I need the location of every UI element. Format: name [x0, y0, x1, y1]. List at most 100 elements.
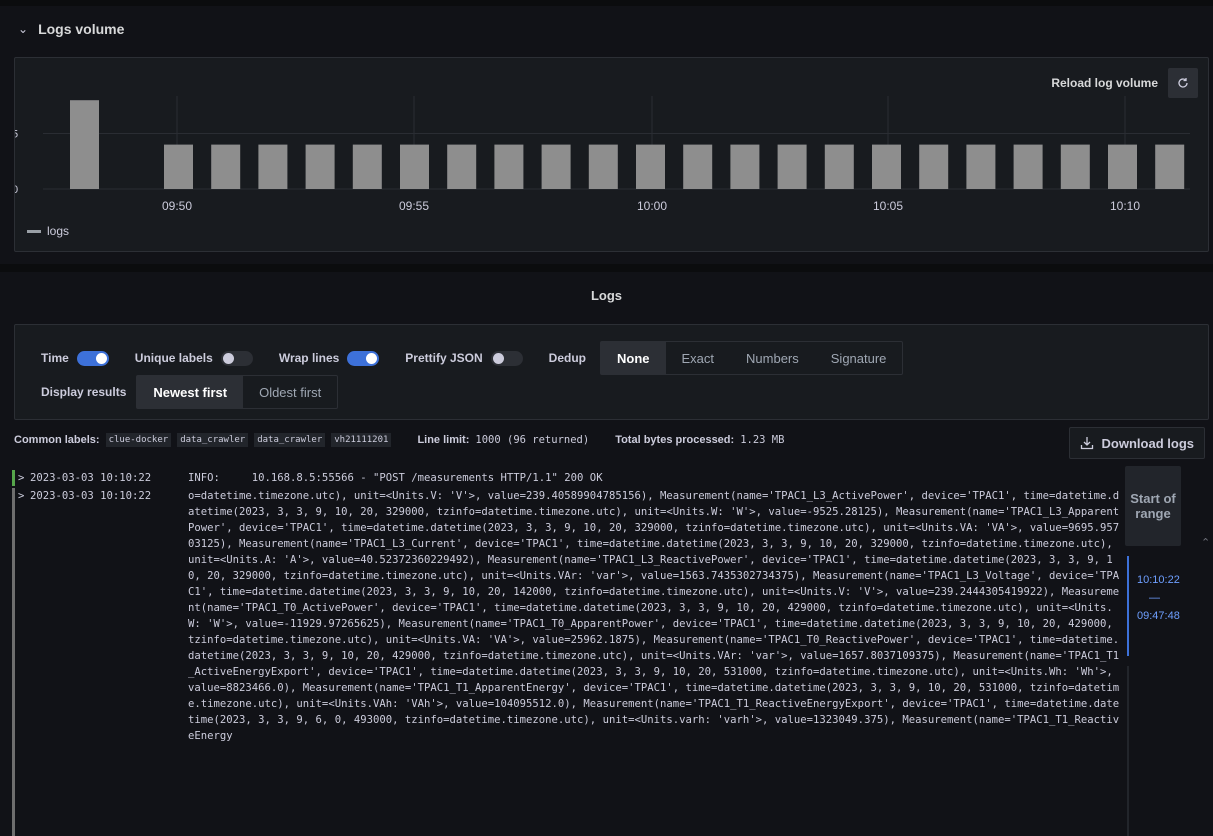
- logs-volume-title: Logs volume: [38, 21, 125, 37]
- download-icon: [1080, 437, 1093, 450]
- prettify-json-toggle[interactable]: [490, 350, 523, 366]
- dedup-option-exact[interactable]: Exact: [666, 342, 731, 374]
- log-level-bar: [12, 488, 15, 836]
- common-label-tag: data_crawler: [254, 433, 326, 447]
- reload-button[interactable]: [1168, 68, 1198, 98]
- unique-labels-label: Unique labels: [134, 351, 213, 365]
- dedup-item: Dedup: [549, 351, 586, 365]
- volume-bar: [1155, 144, 1185, 189]
- logs-options: Time Unique labels Wrap lines Prettify J…: [14, 324, 1209, 420]
- order-selector: Newest first Oldest first: [136, 375, 339, 409]
- legend-label: logs: [47, 224, 70, 238]
- volume-bar: [777, 144, 807, 189]
- dedup-label: Dedup: [548, 351, 586, 365]
- line-limit-label: Line limit:: [417, 434, 470, 446]
- reload-log-volume-label: Reload log volume: [1051, 76, 1158, 90]
- refresh-icon: [1178, 78, 1188, 88]
- common-label-tag: vh21111201: [331, 433, 392, 447]
- volume-bar: [211, 144, 241, 189]
- volume-bar: [824, 144, 854, 189]
- range-bar: [1127, 556, 1129, 656]
- volume-bar: [683, 144, 713, 189]
- volume-bar: [919, 144, 949, 189]
- panel-divider: [0, 264, 1213, 272]
- download-logs-button[interactable]: Download logs: [1068, 427, 1205, 459]
- log-timestamp: 2023-03-03 10:10:22: [30, 472, 152, 484]
- volume-bar: [305, 144, 335, 189]
- volume-bar: [400, 144, 429, 189]
- chart-legend[interactable]: logs: [27, 224, 69, 238]
- range-end-time: 10:10:22: [1137, 574, 1180, 586]
- chevron-up-icon[interactable]: ⌃: [1201, 536, 1210, 549]
- start-of-range-button[interactable]: Start of range: [1125, 466, 1181, 546]
- logs-navigation: Start of range ⌃ 10:10:22 — 09:47:48: [1123, 466, 1213, 836]
- bytes-processed-label: Total bytes processed:: [615, 434, 735, 446]
- volume-bar: [872, 144, 901, 189]
- volume-bar: [258, 144, 288, 189]
- x-tick-label: 10:00: [637, 199, 667, 213]
- wrap-lines-item: Wrap lines: [278, 350, 380, 366]
- log-row[interactable]: > 2023-03-03 10:10:22 o=datetime.timezon…: [12, 488, 1122, 836]
- log-timestamp: 2023-03-03 10:10:22: [30, 490, 152, 502]
- common-label-tag: clue-docker: [105, 433, 172, 447]
- x-tick-label: 09:50: [162, 199, 192, 213]
- dedup-option-numbers[interactable]: Numbers: [730, 342, 815, 374]
- order-option-newest[interactable]: Newest first: [137, 376, 244, 408]
- volume-bar: [588, 144, 618, 189]
- volume-bar: [1108, 144, 1137, 189]
- time-label: Time: [41, 351, 69, 365]
- chevron-right-icon[interactable]: >: [18, 470, 24, 486]
- volume-bar: [447, 144, 477, 189]
- x-tick-label: 10:10: [1110, 199, 1140, 213]
- download-logs-label: Download logs: [1101, 435, 1194, 451]
- unique-labels-item: Unique labels: [134, 350, 253, 366]
- time-toggle-item: Time: [41, 350, 109, 366]
- log-message: INFO: 10.168.8.5:55566 - "POST /measurem…: [188, 472, 603, 484]
- volume-bar: [636, 144, 665, 189]
- order-option-oldest[interactable]: Oldest first: [243, 376, 337, 408]
- logs-panel-title: Logs: [590, 287, 623, 303]
- legend-swatch: [27, 229, 41, 233]
- chevron-down-icon[interactable]: ⌄: [18, 22, 28, 36]
- wrap-lines-toggle[interactable]: [347, 350, 380, 366]
- logs-volume-header[interactable]: ⌄ Logs volume: [0, 6, 1213, 52]
- time-toggle[interactable]: [76, 350, 109, 366]
- common-labels-label: Common labels:: [14, 434, 100, 446]
- chevron-right-icon[interactable]: >: [18, 488, 24, 504]
- log-row[interactable]: > 2023-03-03 10:10:22 INFO: 10.168.8.5:5…: [12, 470, 1122, 486]
- log-message: o=datetime.timezone.utc), unit=<Units.V:…: [188, 490, 1120, 742]
- log-level-bar: [12, 470, 15, 486]
- reload-log-volume: Reload log volume: [1051, 68, 1198, 98]
- prettify-json-label: Prettify JSON: [405, 351, 483, 365]
- volume-bar: [70, 100, 99, 189]
- dedup-option-none[interactable]: None: [601, 342, 666, 374]
- range-separator: —: [1149, 592, 1160, 604]
- volume-bar: [966, 144, 996, 189]
- prettify-json-item: Prettify JSON: [405, 350, 523, 366]
- unique-labels-toggle[interactable]: [220, 350, 253, 366]
- y-tick-label: 5: [15, 129, 18, 141]
- bytes-processed-value: 1.23 MB: [740, 434, 785, 446]
- volume-bar: [730, 144, 760, 189]
- volume-bar: [1060, 144, 1090, 189]
- log-rows: > 2023-03-03 10:10:22 INFO: 10.168.8.5:5…: [12, 466, 1122, 836]
- volume-bar: [164, 144, 193, 189]
- dedup-option-signature[interactable]: Signature: [815, 342, 903, 374]
- wrap-lines-label: Wrap lines: [278, 351, 340, 365]
- volume-bar: [352, 144, 382, 189]
- logs-volume-panel: 09:50 09:55 10:00 10:05 10:10 0 5 Reload log v…: [14, 57, 1209, 252]
- y-tick-label: 0: [15, 184, 18, 196]
- display-results-label: Display results: [41, 385, 127, 399]
- logs-volume-chart: 09:50 09:55 10:00 10:05 10:10 0 5: [15, 96, 1190, 213]
- volume-bar: [494, 144, 524, 189]
- line-limit-value: 1000 (96 returned): [475, 434, 590, 446]
- x-tick-label: 10:05: [873, 199, 903, 213]
- x-tick-label: 09:55: [399, 199, 429, 213]
- logs-meta: Common labels: clue-docker data_crawler …: [14, 433, 784, 447]
- dedup-selector: None Exact Numbers Signature: [600, 341, 904, 375]
- volume-bar: [1013, 144, 1043, 189]
- range-indicator[interactable]: 10:10:22 — 09:47:48: [1127, 556, 1181, 756]
- common-label-tag: data_crawler: [177, 433, 249, 447]
- range-start-time: 09:47:48: [1137, 610, 1180, 622]
- range-track: [1127, 666, 1129, 836]
